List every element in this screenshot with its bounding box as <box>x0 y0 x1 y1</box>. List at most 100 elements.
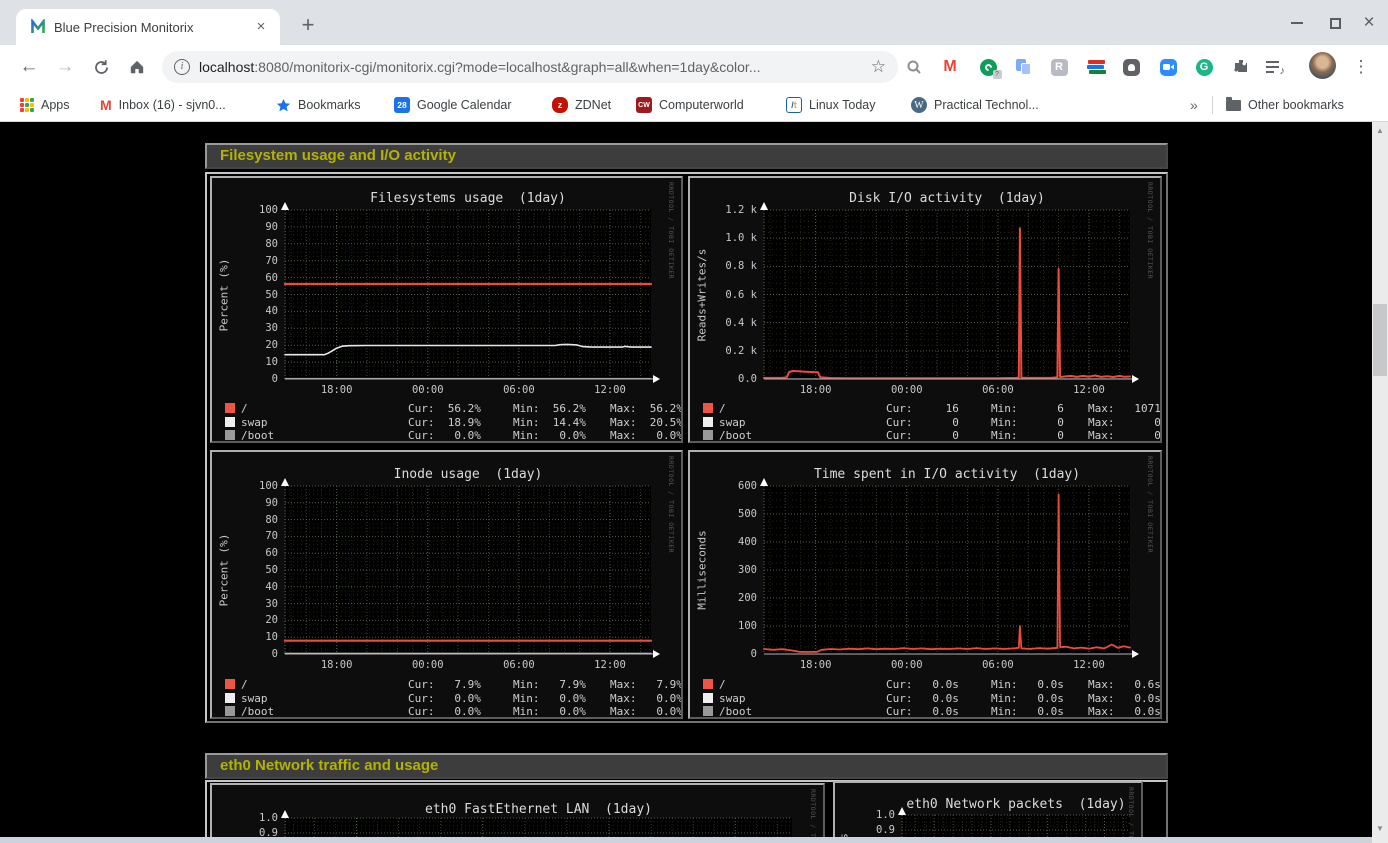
puzzle-icon <box>1231 58 1249 76</box>
legend-stat-min: Min: 0.0% <box>513 429 586 442</box>
legend-stat-min: Min: 0.0s <box>991 692 1064 705</box>
voice-extension-icon[interactable]: ? <box>975 54 1001 80</box>
bookmark-apps[interactable]: Apps <box>20 89 70 121</box>
y-tick-label: 50 <box>222 564 278 576</box>
y-tick-label: 70 <box>222 530 278 542</box>
url-host: localhost <box>199 59 254 75</box>
y-tick-label: 100 <box>222 204 278 216</box>
y-tick-label: 0.6 k <box>701 289 757 301</box>
y-tick-label: 0 <box>222 648 278 660</box>
bookmark-star-icon[interactable]: ☆ <box>871 57 886 77</box>
window-close-button[interactable]: × <box>1356 12 1382 34</box>
section-header-eth0: eth0 Network traffic and usage <box>205 753 1168 779</box>
home-button[interactable] <box>124 54 150 80</box>
legend-stat-min: Min: 0.0% <box>513 705 586 718</box>
legend-color-box <box>703 706 713 716</box>
url-path: :8080/monitorix-cgi/monitorix.cgi?mode=l… <box>254 59 760 75</box>
browser-window: Blue Precision Monitorix × + × ← → i loc… <box>0 0 1388 843</box>
legend-stat-cur: Cur: 16 <box>886 402 959 415</box>
new-tab-button[interactable]: + <box>294 12 322 40</box>
legend-name: swap <box>241 416 268 429</box>
bookmark-google-calendar[interactable]: 28 Google Calendar <box>394 89 512 121</box>
rrdtool-watermark: RRDTOOL / TOBI OETIKER <box>809 789 817 843</box>
tab-close-icon[interactable]: × <box>252 18 270 36</box>
copy-extension-icon[interactable] <box>1011 54 1037 80</box>
playlist-extension-icon[interactable]: ♪ <box>1262 54 1288 80</box>
legend-name: /boot <box>719 429 752 442</box>
forward-button[interactable]: → <box>52 54 78 80</box>
video-camera-extension-icon[interactable] <box>1155 54 1181 80</box>
bookmark-bookmarks[interactable]: Bookmarks <box>276 89 361 121</box>
section-header-filesystem: Filesystem usage and I/O activity <box>205 143 1168 169</box>
graph-panel-inode-usage[interactable]: Inode usage (1day)Percent (%)01020304050… <box>210 450 683 719</box>
bookmark-zdnet[interactable]: z ZDNet <box>552 89 611 121</box>
bookmark-linux-today[interactable]: /t Linux Today <box>786 89 876 121</box>
scrollbar-down-arrow[interactable]: ▼ <box>1372 822 1388 836</box>
url-bar[interactable]: i localhost:8080/monitorix-cgi/monitorix… <box>162 51 898 83</box>
bookmarks-overflow-chevron[interactable]: » <box>1190 89 1198 121</box>
scrollbar-up-arrow[interactable]: ▲ <box>1372 124 1388 138</box>
graph-title: Inode usage (1day) <box>394 467 543 482</box>
legend-stat-max: Max: 56.2% <box>610 402 683 415</box>
y-tick-label: 10 <box>222 631 278 643</box>
gmail-extension-icon[interactable]: M <box>937 54 963 80</box>
library-extension-icon[interactable] <box>1082 54 1108 80</box>
y-tick-label: 90 <box>222 497 278 509</box>
legend-stat-min: Min: 7.9% <box>513 678 586 691</box>
legend-stat-min: Min: 14.4% <box>513 416 586 429</box>
legend-stat-cur: Cur: 56.2% <box>408 402 481 415</box>
y-tick-label: 0.2 k <box>701 345 757 357</box>
grammarly-extension-icon[interactable]: G <box>1191 54 1217 80</box>
browser-tab[interactable]: Blue Precision Monitorix × <box>16 9 280 45</box>
bookmarks-bar: Apps M Inbox (16) - sjvn0... Bookmarks 2… <box>0 89 1388 122</box>
back-button[interactable]: ← <box>16 54 42 80</box>
legend-stat-min: Min: 0 <box>991 429 1064 442</box>
extensions-puzzle-icon[interactable] <box>1227 54 1253 80</box>
y-tick-label: 100 <box>222 480 278 492</box>
graph-panel-disk-io-activity[interactable]: Disk I/O activity (1day)Reads+Writes/s0.… <box>688 176 1162 443</box>
graph-panel-eth0-packets[interactable]: eth0 Network packets (1day)s/s1.00.90.80… <box>833 781 1143 843</box>
y-tick-label: 50 <box>222 289 278 301</box>
bookmark-other-bookmarks[interactable]: Other bookmarks <box>1226 89 1344 121</box>
y-tick-label: 400 <box>701 536 757 548</box>
graph-panel-filesystems-usage[interactable]: Filesystems usage (1day)Percent (%)01020… <box>210 176 683 443</box>
graph-panel-io-time[interactable]: Time spent in I/O activity (1day)Millise… <box>688 450 1162 719</box>
window-maximize-button[interactable] <box>1322 12 1348 34</box>
legend-color-box <box>703 679 713 689</box>
scrollbar-thumb[interactable] <box>1373 304 1387 376</box>
y-tick-label: 300 <box>701 564 757 576</box>
y-tick-label: 500 <box>701 508 757 520</box>
bookmark-practical-technology[interactable]: W Practical Technol... <box>911 89 1039 121</box>
legend-color-box <box>225 417 235 427</box>
search-extension-icon[interactable] <box>901 54 927 80</box>
legend-name: / <box>719 402 726 415</box>
legend-name: /boot <box>719 705 752 718</box>
legend-stat-max: Max: 1071 <box>1088 402 1161 415</box>
vertical-scrollbar[interactable]: ▲ ▼ <box>1372 122 1388 843</box>
graph-panel-eth0-lan[interactable]: eth0 FastEthernet LAN (1day)1.00.90.80.7… <box>210 783 825 843</box>
window-minimize-button[interactable] <box>1284 12 1310 34</box>
browser-menu-icon[interactable]: ⋮ <box>1350 54 1372 80</box>
legend-stat-max: Max: 0.6s <box>1088 678 1161 691</box>
legend-name: swap <box>241 692 268 705</box>
rrdtool-watermark: RRDTOOL / TOBI OETIKER <box>667 456 675 553</box>
legend-name: / <box>241 402 248 415</box>
lamp-extension-icon[interactable] <box>1118 54 1144 80</box>
calendar-icon: 28 <box>394 97 410 113</box>
reload-button[interactable] <box>88 54 114 80</box>
legend-name: swap <box>719 692 746 705</box>
linux-today-icon: /t <box>786 97 802 113</box>
y-tick-label: 0.4 k <box>701 317 757 329</box>
bookmark-inbox[interactable]: M Inbox (16) - sjvn0... <box>100 89 226 121</box>
profile-avatar[interactable] <box>1309 52 1336 79</box>
page-info-icon[interactable]: i <box>174 59 190 75</box>
bookmark-computerworld[interactable]: CW Computerworld <box>636 89 744 121</box>
y-tick-label: 20 <box>222 614 278 626</box>
reader-extension-icon[interactable]: R <box>1046 54 1072 80</box>
legend-stat-min: Min: 0 <box>991 416 1064 429</box>
legend-stat-min: Min: 6 <box>991 402 1064 415</box>
legend-stat-cur: Cur: 0.0% <box>408 429 481 442</box>
url-text: localhost:8080/monitorix-cgi/monitorix.c… <box>199 59 871 75</box>
y-tick-label: 100 <box>701 620 757 632</box>
rrdtool-watermark: RRDTOOL / TOBI OETIKER <box>1127 787 1135 843</box>
